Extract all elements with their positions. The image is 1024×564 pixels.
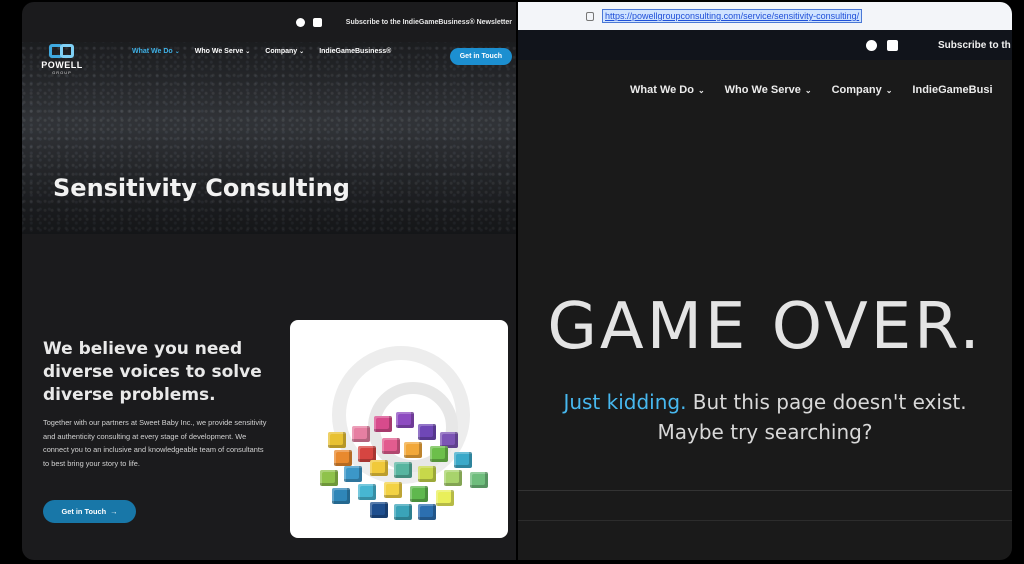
cta-label: Get in Touch (61, 507, 107, 516)
nav-who-we-serve[interactable]: Who We Serve ⌄ (195, 48, 251, 55)
powell-group-logo[interactable]: POWELL GROUP (38, 44, 86, 75)
arrow-right-icon: → (110, 507, 118, 516)
browser-address-bar[interactable]: https://powellgroupconsulting.com/servic… (518, 2, 1012, 30)
cube (394, 504, 412, 520)
cube (370, 460, 388, 476)
facebook-icon[interactable] (295, 17, 305, 27)
message-rest: But this page doesn't exist. (686, 390, 967, 414)
newsletter-link[interactable]: Subscribe to the IndieGameBusiness® News… (346, 19, 512, 26)
cube (444, 470, 462, 486)
just-kidding-text: Just kidding. (563, 390, 687, 414)
main-nav: What We Do ⌄ Who We Serve ⌄ Company ⌄ Indie… (132, 48, 391, 55)
section-paragraph: Together with our partners at Sweet Baby… (43, 418, 267, 468)
chevron-down-icon: ⌄ (804, 86, 812, 95)
cube (470, 472, 488, 488)
divider (518, 490, 1012, 491)
logo-sub: GROUP (52, 70, 72, 75)
nav-company[interactable]: Company ⌄ (832, 84, 893, 96)
cube (418, 504, 436, 520)
chevron-down-icon: ⌄ (174, 49, 180, 55)
cube (332, 488, 350, 504)
cube (382, 438, 400, 454)
section-heading: We believe you need diverse voices to so… (43, 339, 262, 405)
nav-what-we-do[interactable]: What We Do ⌄ (132, 48, 180, 55)
cube (358, 484, 376, 500)
cube (370, 502, 388, 518)
cube (418, 466, 436, 482)
get-in-touch-button[interactable]: Get in Touch → (43, 500, 136, 523)
nav-indiegamebusiness[interactable]: IndieGameBusiness® (319, 48, 391, 55)
lock-icon (586, 11, 594, 21)
facebook-icon[interactable] (866, 39, 877, 51)
chevron-down-icon: ⌄ (245, 49, 251, 55)
error-message-line2: Maybe try searching? (657, 420, 873, 444)
cube (352, 426, 370, 442)
error-title: GAME OVER. (547, 290, 983, 364)
logo-name: POWELL (41, 60, 83, 70)
chevron-down-icon: ⌄ (299, 49, 305, 55)
colored-cubes-image (290, 320, 508, 538)
main-nav: What We Do ⌄ Who We Serve ⌄ Company ⌄ Indie… (630, 84, 993, 96)
cube (454, 452, 472, 468)
nav-what-we-do[interactable]: What We Do ⌄ (630, 84, 705, 96)
logo-mark-icon (49, 44, 75, 60)
cube (328, 432, 346, 448)
cube (396, 412, 414, 428)
url-text[interactable]: https://powellgroupconsulting.com/servic… (602, 9, 863, 23)
top-bar: Subscribe to th (518, 30, 1012, 60)
cube (320, 470, 338, 486)
cube (430, 446, 448, 462)
cube (436, 490, 454, 506)
linkedin-icon[interactable] (887, 39, 898, 51)
linkedin-icon[interactable] (312, 17, 322, 27)
cube (418, 424, 436, 440)
cube (404, 442, 422, 458)
chevron-down-icon: ⌄ (697, 86, 705, 95)
cube (394, 462, 412, 478)
page-title: Sensitivity Consulting (53, 174, 350, 202)
divider (518, 520, 1012, 521)
get-in-touch-nav-button[interactable]: Get in Touch (449, 48, 512, 65)
cube (410, 486, 428, 502)
cube (334, 450, 352, 466)
right-screenshot-panel: https://powellgroupconsulting.com/servic… (518, 2, 1012, 560)
nav-indiegamebusiness[interactable]: IndieGameBusi (912, 84, 992, 96)
left-screenshot-panel: Subscribe to the IndieGameBusiness® News… (22, 2, 516, 560)
nav-company[interactable]: Company ⌄ (265, 48, 304, 55)
hero-crowd-image (22, 42, 516, 234)
error-message: Just kidding. But this page doesn't exis… (518, 390, 1012, 414)
top-bar: Subscribe to the IndieGameBusiness® News… (22, 2, 516, 42)
cube (384, 482, 402, 498)
newsletter-link[interactable]: Subscribe to th (938, 40, 1011, 51)
chevron-down-icon: ⌄ (885, 86, 893, 95)
cube (344, 466, 362, 482)
cube (374, 416, 392, 432)
nav-who-we-serve[interactable]: Who We Serve ⌄ (725, 84, 812, 96)
